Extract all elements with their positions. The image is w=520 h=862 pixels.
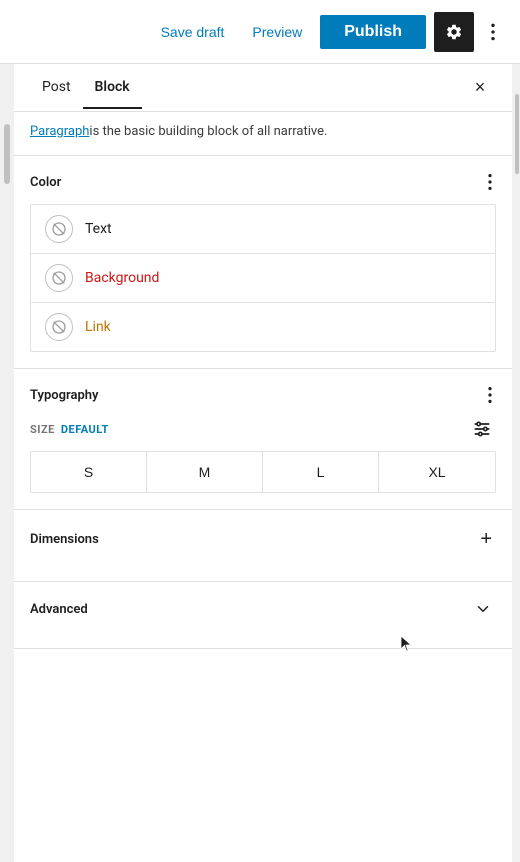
intro-body-text: is the basic building block of all narra…: [89, 124, 327, 139]
color-items-list: Text Background: [30, 204, 496, 352]
font-size-xl-button[interactable]: XL: [379, 452, 495, 492]
size-row: SIZE DEFAULT: [30, 417, 496, 441]
size-label: SIZE: [30, 423, 55, 436]
dimensions-section-header: Dimensions +: [30, 526, 496, 553]
publish-button[interactable]: Publish: [320, 15, 426, 49]
color-text-label: Text: [85, 221, 112, 237]
gear-icon: [445, 23, 463, 41]
advanced-section-header: Advanced: [30, 598, 496, 620]
font-size-s-button[interactable]: S: [31, 452, 147, 492]
ellipsis-vertical-icon: [490, 22, 496, 42]
advanced-section-title: Advanced: [30, 602, 88, 617]
right-scrollbar-thumb: [515, 94, 519, 174]
color-section-more-button[interactable]: [484, 172, 496, 192]
more-options-button[interactable]: [482, 18, 504, 46]
ellipsis-vertical-icon-color: [488, 174, 492, 190]
typography-section: Typography SIZE DEFAULT: [14, 369, 512, 510]
main-layout: Post Block × Paragraphis the basic build…: [0, 64, 520, 862]
typography-section-header: Typography: [30, 385, 496, 405]
sliders-icon: [472, 419, 492, 439]
color-item-link[interactable]: Link: [31, 303, 495, 351]
intro-link-text: Paragraph: [30, 124, 89, 139]
left-scrollbar[interactable]: [0, 64, 14, 862]
dimensions-section-title: Dimensions: [30, 532, 99, 547]
advanced-section: Advanced: [14, 582, 512, 649]
size-label-group: SIZE DEFAULT: [30, 423, 109, 436]
save-draft-button[interactable]: Save draft: [151, 18, 235, 46]
font-size-l-button[interactable]: L: [263, 452, 379, 492]
color-background-label: Background: [85, 270, 159, 286]
preview-button[interactable]: Preview: [242, 18, 312, 46]
intro-text-area: Paragraphis the basic building block of …: [14, 112, 512, 156]
dimensions-add-button[interactable]: +: [476, 526, 496, 553]
typography-section-more-button[interactable]: [484, 385, 496, 405]
typography-filter-button[interactable]: [468, 417, 496, 441]
left-scrollbar-thumb: [4, 124, 10, 184]
color-section-title: Color: [30, 175, 61, 190]
panel-content: Paragraphis the basic building block of …: [14, 112, 512, 862]
chevron-down-icon: [474, 600, 492, 618]
settings-button[interactable]: [434, 12, 474, 52]
block-panel: Post Block × Paragraphis the basic build…: [14, 64, 512, 862]
panel-tabs: Post Block ×: [14, 64, 512, 112]
font-sizes-group: S M L XL: [30, 451, 496, 493]
color-section-header: Color: [30, 172, 496, 192]
color-item-text[interactable]: Text: [31, 205, 495, 254]
toolbar: Save draft Preview Publish: [0, 0, 520, 64]
right-scrollbar[interactable]: [512, 64, 520, 862]
color-section: Color: [14, 156, 512, 369]
tab-block[interactable]: Block: [83, 67, 142, 109]
color-no-color-icon-bg: [45, 264, 73, 292]
dimensions-section: Dimensions +: [14, 510, 512, 582]
advanced-chevron-button[interactable]: [470, 598, 496, 620]
ellipsis-vertical-icon-typo: [488, 387, 492, 403]
tab-post[interactable]: Post: [30, 67, 83, 109]
typography-controls: SIZE DEFAULT: [30, 417, 496, 493]
font-size-m-button[interactable]: M: [147, 452, 263, 492]
color-link-label: Link: [85, 319, 111, 335]
typography-section-title: Typography: [30, 388, 99, 403]
color-item-background[interactable]: Background: [31, 254, 495, 303]
panel-close-button[interactable]: ×: [464, 72, 496, 104]
size-default-label: DEFAULT: [61, 423, 109, 436]
color-no-color-icon-link: [45, 313, 73, 341]
color-no-color-icon-text: [45, 215, 73, 243]
